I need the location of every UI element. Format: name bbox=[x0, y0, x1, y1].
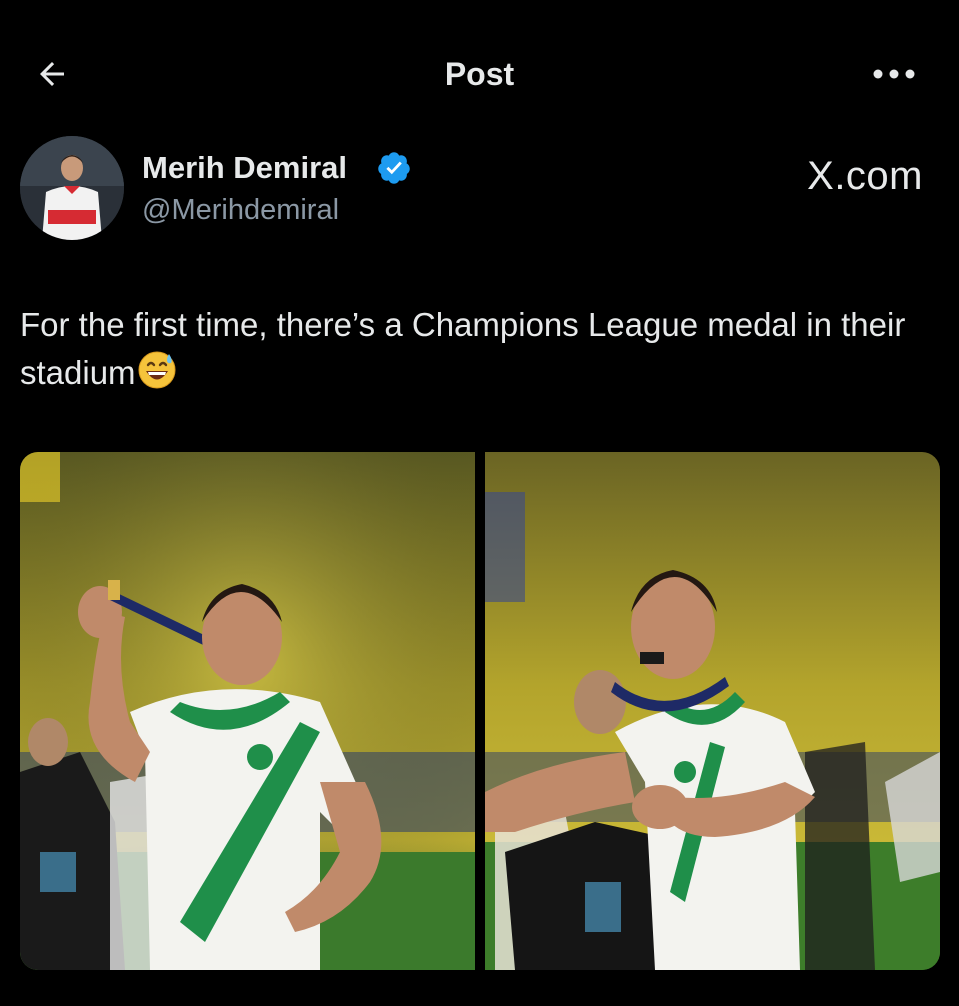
author-handle[interactable]: @Merihdemiral bbox=[142, 194, 339, 227]
more-options-button[interactable] bbox=[869, 56, 919, 92]
watermark: X.com bbox=[807, 154, 923, 198]
media-grid bbox=[20, 452, 940, 970]
top-bar: Post bbox=[0, 0, 959, 150]
grinning-face-with-sweat-icon bbox=[138, 351, 176, 389]
media-photo-1[interactable] bbox=[20, 452, 475, 970]
photo-celebration-medal-right bbox=[485, 452, 940, 970]
more-horizontal-icon bbox=[873, 69, 915, 79]
avatar-image bbox=[20, 136, 124, 240]
page-title: Post bbox=[444, 56, 515, 92]
verified-badge-icon bbox=[378, 152, 410, 184]
post-text: For the first time, there’s a Champions … bbox=[20, 302, 920, 396]
photo-celebration-medal-left bbox=[20, 452, 475, 970]
avatar[interactable] bbox=[20, 136, 124, 240]
media-photo-2[interactable] bbox=[485, 452, 940, 970]
author-row: Merih Demiral @Merihdemiral X.com bbox=[20, 136, 929, 246]
author-name[interactable]: Merih Demiral bbox=[142, 150, 347, 186]
